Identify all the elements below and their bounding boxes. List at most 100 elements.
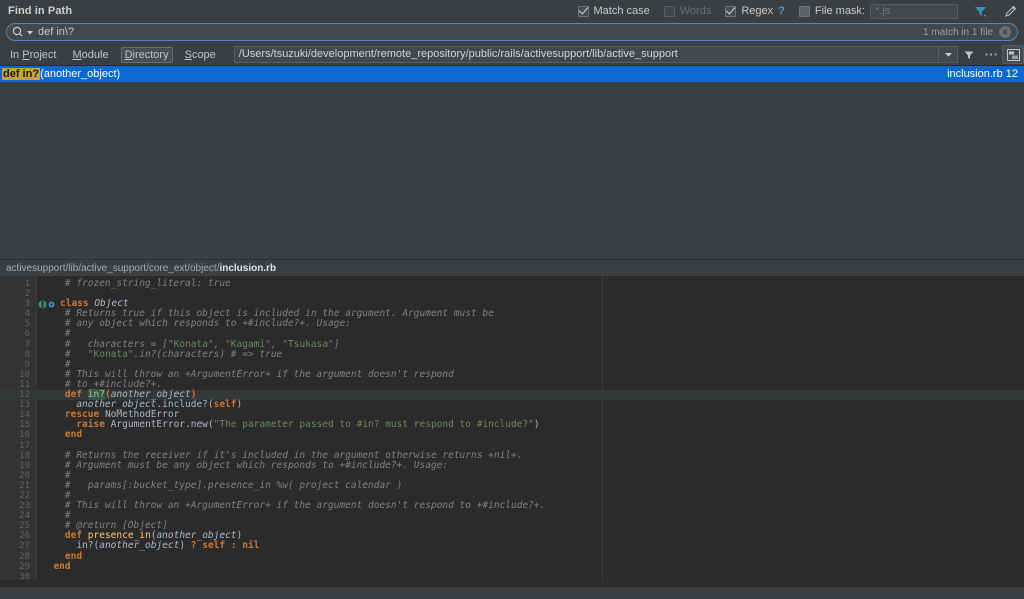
- line-number: 1: [24, 279, 30, 289]
- line-number: 27: [19, 541, 30, 552]
- file-mask-label: File mask:: [814, 5, 865, 17]
- code-line: 8 # "Konata".in?(characters) # => true: [0, 348, 1024, 360]
- code-preview-editor[interactable]: 1 # frozen_string_literal: true 2 3 class O…: [0, 276, 1024, 587]
- regex-help-icon[interactable]: ?: [778, 5, 785, 17]
- line-number: 26: [19, 531, 30, 542]
- code-text: # frozen_string_literal: true: [64, 278, 231, 289]
- code-line: 5 # any object which responds to +#inclu…: [0, 318, 1024, 330]
- scope-row: In Project Module Directory Scope /Users…: [0, 44, 1024, 65]
- code-line: 21 # params[:bucket_type].presence_in %w…: [0, 479, 1024, 491]
- code-text: # params[:bucket_type].presence_in %w( p…: [64, 479, 403, 491]
- line-number: 28: [19, 551, 30, 562]
- code-line: 29 end: [0, 560, 1024, 572]
- search-options-toolbar: Match case Words Regex? File mask:: [577, 0, 1024, 22]
- code-line: 28 end: [0, 551, 1024, 562]
- line-number: 29: [19, 561, 30, 572]
- line-number: 4: [24, 309, 30, 320]
- code-lines: 1 # frozen_string_literal: true 2 3 class O…: [0, 276, 1024, 582]
- results-empty-area: [0, 82, 1024, 259]
- code-line: 27 in?(another_object) ? self : nil: [0, 541, 1024, 552]
- line-number: 20: [19, 470, 30, 481]
- line-number: 7: [24, 339, 30, 350]
- breadcrumb-path: activesupport/lib/active_support/core_ex…: [6, 262, 220, 274]
- line-number: 2: [24, 289, 30, 300]
- code-text: # any object which responds to +#include…: [64, 318, 351, 330]
- code-text: # This will throw an +ArgumentError+ if …: [64, 500, 546, 512]
- file-mask-checkbox[interactable]: [798, 5, 810, 17]
- line-number: 9: [24, 359, 30, 370]
- scope-tab-module[interactable]: Module: [68, 47, 112, 63]
- code-text: raise ArgumentError.new("The parameter p…: [76, 419, 540, 431]
- code-line: 23 # This will throw an +ArgumentError+ …: [0, 500, 1024, 512]
- line-number: 15: [19, 420, 30, 431]
- code-text: # Argument must be any object which resp…: [64, 459, 449, 471]
- directory-path-combo: /Users/tsuzuki/development/remote_reposi…: [233, 46, 958, 63]
- search-history-chevron-down-icon[interactable]: [27, 26, 33, 38]
- line-number: 14: [19, 410, 30, 421]
- close-icon[interactable]: ×: [999, 26, 1011, 38]
- file-mask-option[interactable]: File mask:: [798, 0, 958, 22]
- breadcrumb-filename: inclusion.rb: [219, 262, 277, 274]
- scope-tab-scope[interactable]: Scope: [181, 47, 220, 63]
- words-checkbox[interactable]: [663, 5, 675, 17]
- result-location: inclusion.rb 12: [947, 68, 1018, 80]
- scope-tab-in-project[interactable]: In Project: [6, 47, 60, 63]
- file-mask-input[interactable]: [870, 3, 958, 19]
- result-rest-text: (another_object): [40, 68, 121, 80]
- code-line: 16 end: [0, 429, 1024, 441]
- scope-tab-in-project-pre: In: [10, 48, 23, 61]
- regex-checkbox[interactable]: [725, 5, 737, 17]
- directory-path-input[interactable]: /Users/tsuzuki/development/remote_reposi…: [233, 46, 939, 63]
- scope-tab-module-post: odule: [81, 48, 109, 61]
- line-number: 8: [24, 349, 30, 360]
- search-icon: [12, 26, 25, 38]
- search-results-list[interactable]: def in? (another_object) inclusion.rb 12: [0, 65, 1024, 259]
- line-number: 22: [19, 490, 30, 501]
- pin-icon[interactable]: [1002, 3, 1018, 19]
- table-row[interactable]: def in? (another_object) inclusion.rb 12: [0, 66, 1024, 82]
- line-number: 6: [24, 329, 30, 340]
- code-text: end: [53, 560, 71, 572]
- line-number: 23: [19, 501, 30, 512]
- search-row: def in\? 1 match in 1 file ×: [0, 22, 1024, 44]
- search-input[interactable]: def in\?: [38, 26, 923, 38]
- scope-tab-directory-mnemonic: D: [124, 48, 133, 61]
- match-case-checkbox[interactable]: [577, 5, 589, 17]
- match-count-label: 1 match in 1 file: [922, 26, 993, 38]
- recursive-filter-funnel-icon[interactable]: [958, 45, 980, 64]
- match-case-option[interactable]: Match case: [577, 0, 650, 22]
- code-line: 15 raise ArgumentError.new("The paramete…: [0, 419, 1024, 431]
- more-options-ellipsis-icon[interactable]: [980, 45, 1002, 64]
- line-number: 11: [19, 379, 30, 390]
- words-option[interactable]: Words: [663, 0, 712, 22]
- line-number: 25: [19, 521, 30, 532]
- filter-icon[interactable]: [972, 3, 988, 19]
- code-text: end: [64, 429, 83, 441]
- scope-tab-in-project-post: roject: [29, 48, 57, 61]
- window-titlebar: Find in Path Match case Words Regex? Fil…: [0, 0, 1024, 22]
- line-number: 17: [19, 440, 30, 451]
- find-in-path-window: Find in Path Match case Words Regex? Fil…: [0, 0, 1024, 599]
- scope-tab-directory-post: irectory: [132, 48, 169, 61]
- line-number: 13: [19, 400, 30, 411]
- line-number: 21: [19, 480, 30, 491]
- code-line: 1 # frozen_string_literal: true: [0, 278, 1024, 289]
- result-match-highlight: def in?: [2, 68, 41, 80]
- line-number: 3: [24, 299, 30, 310]
- search-field[interactable]: def in\? 1 match in 1 file ×: [6, 23, 1018, 41]
- regex-option[interactable]: Regex?: [725, 0, 785, 22]
- line-number: 5: [24, 319, 30, 330]
- scope-tab-module-mnemonic: M: [72, 48, 82, 61]
- code-line: 2: [0, 289, 1024, 299]
- line-number: 16: [19, 430, 30, 441]
- scope-tab-scope-post: cope: [191, 48, 216, 61]
- line-number: 19: [19, 460, 30, 471]
- words-label: Words: [679, 5, 712, 17]
- line-number: 12: [19, 390, 30, 401]
- directory-path-chevron-down-icon[interactable]: [939, 46, 958, 63]
- code-text: # "Konata".in?(characters) # => true: [64, 348, 283, 360]
- scope-tab-directory[interactable]: Directory: [120, 46, 173, 63]
- line-number: 18: [19, 450, 30, 461]
- toggle-preview-panel-icon[interactable]: [1002, 45, 1024, 64]
- breadcrumb: activesupport/lib/active_support/core_ex…: [0, 259, 1024, 276]
